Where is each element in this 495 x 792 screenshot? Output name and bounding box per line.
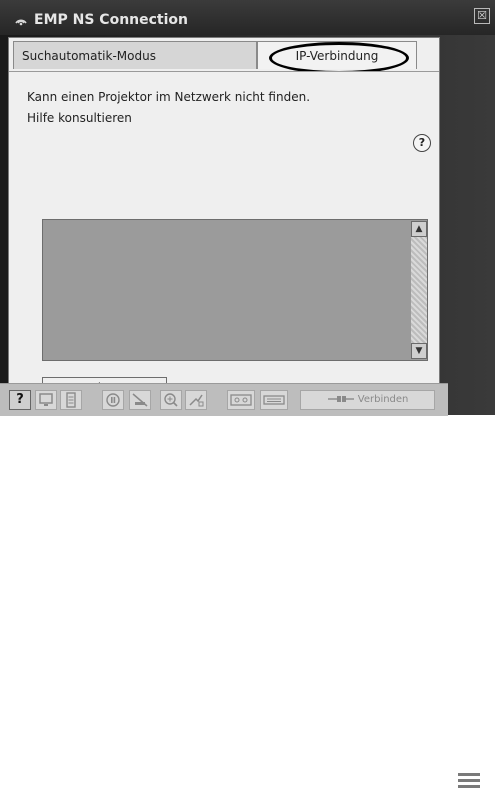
document-icon[interactable] (60, 390, 82, 410)
scroll-up-icon[interactable]: ▲ (411, 221, 427, 237)
help-icon[interactable]: ? (413, 134, 431, 152)
close-icon[interactable]: ☒ (474, 8, 490, 24)
tape-icon[interactable] (227, 390, 255, 410)
app-icon (13, 12, 29, 28)
main-panel: Suchautomatik-Modus IP-Verbindung Kann e… (8, 37, 440, 399)
display-icon[interactable] (35, 390, 57, 410)
tab-search-mode[interactable]: Suchautomatik-Modus (13, 41, 257, 69)
scrollbar[interactable] (411, 221, 427, 359)
grip-icon[interactable] (458, 770, 480, 792)
status-message: Kann einen Projektor im Netzwerk nicht f… (27, 90, 311, 104)
title-bar[interactable]: EMP NS Connection ☒ (0, 0, 495, 35)
pause-icon[interactable] (102, 390, 124, 410)
connect-label: Verbinden (357, 394, 409, 405)
projector-list[interactable] (42, 219, 428, 361)
tab-content: Kann einen Projektor im Netzwerk nicht f… (9, 71, 439, 399)
tab-ip-connection[interactable]: IP-Verbindung (257, 41, 417, 69)
mute-icon[interactable] (129, 390, 151, 410)
help-icon[interactable]: ? (9, 390, 31, 410)
scroll-down-icon[interactable]: ▼ (411, 343, 427, 359)
tools-icon[interactable] (185, 390, 207, 410)
app-window: EMP NS Connection ☒ Suchautomatik-Modus … (0, 0, 495, 788)
window-title: EMP NS Connection (34, 12, 188, 28)
connect-icon (327, 394, 358, 405)
zoom-icon[interactable] (160, 390, 182, 410)
keyboard-icon[interactable] (260, 390, 288, 410)
help-link[interactable]: Hilfe konsultieren (27, 111, 132, 125)
connect-button[interactable]: Verbinden (300, 390, 435, 410)
bottom-toolbar: ? Verbinden (0, 383, 480, 788)
tab-bar: Suchautomatik-Modus IP-Verbindung (9, 38, 439, 74)
